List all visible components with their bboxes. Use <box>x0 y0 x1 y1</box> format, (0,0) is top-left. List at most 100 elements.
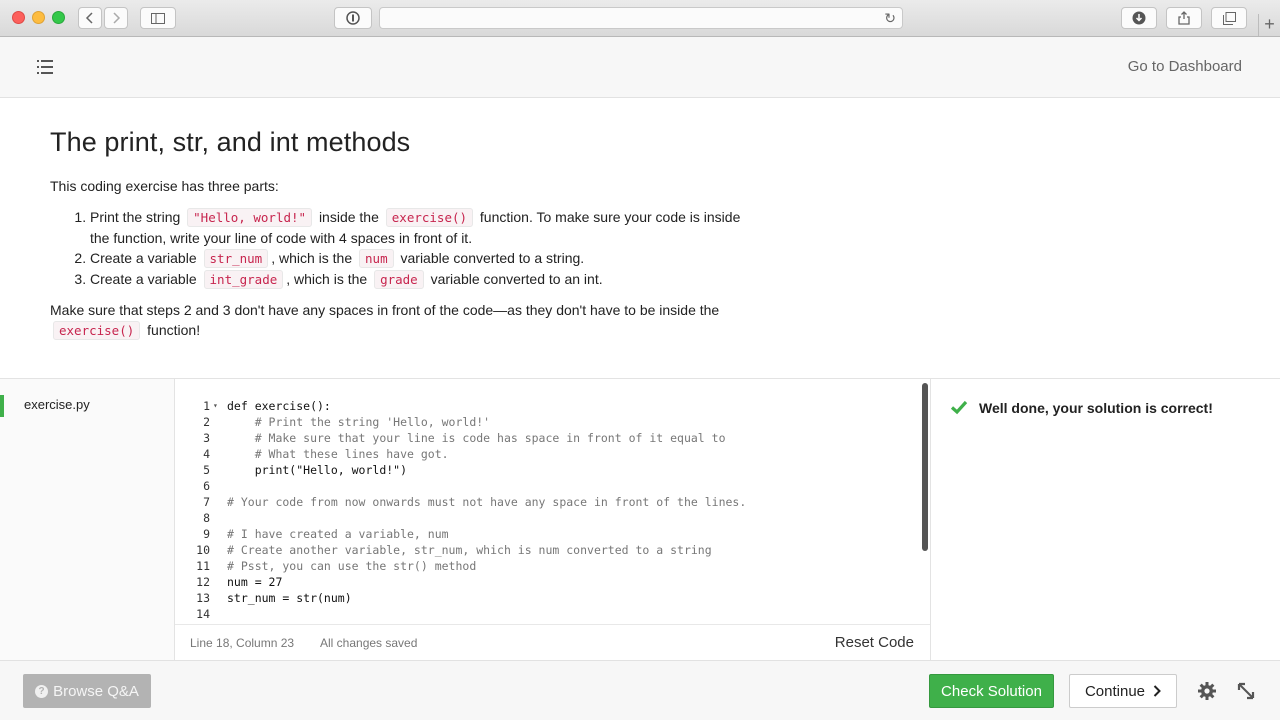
question-icon: ? <box>35 684 49 698</box>
reader-mode-icon <box>346 11 360 25</box>
minimize-window-button[interactable] <box>32 11 45 24</box>
browse-qa-label: Browse Q&A <box>53 682 139 700</box>
code-line[interactable]: 12 num = 27 <box>175 574 920 590</box>
code-text: def exercise(): <box>227 399 331 413</box>
line-number: 5 <box>203 463 210 477</box>
table-of-contents-icon[interactable] <box>37 60 53 74</box>
results-panel: Well done, your solution is correct! <box>930 379 1280 661</box>
chevron-right-icon <box>1153 685 1161 697</box>
step-text: Create a variable <box>90 250 197 266</box>
inline-code: grade <box>374 270 424 289</box>
code-text: # Your code from now onwards must not ha… <box>227 495 747 509</box>
step-list: Print the string "Hello, world!" inside … <box>50 207 750 290</box>
step-item: Print the string "Hello, world!" inside … <box>90 207 750 248</box>
reader-mode-button[interactable] <box>334 7 372 29</box>
address-bar[interactable]: ↻ <box>379 7 903 29</box>
code-workspace: exercise.py 1 ▾ def exercise(): 2 # Print t… <box>0 378 1280 661</box>
share-icon <box>1178 11 1190 25</box>
sidebar-icon <box>151 12 165 24</box>
continue-button[interactable]: Continue <box>1069 674 1177 708</box>
inline-code: num <box>359 249 394 268</box>
line-number: 8 <box>203 511 210 525</box>
step-text: inside the <box>318 209 379 225</box>
save-status: All changes saved <box>320 636 418 650</box>
editor-statusbar: Line 18, Column 23 All changes saved Res… <box>175 624 930 661</box>
code-line[interactable]: 9 # I have created a variable, num <box>175 526 920 542</box>
code-line[interactable]: 1 ▾ def exercise(): <box>175 398 920 414</box>
settings-gear-icon[interactable] <box>1197 681 1217 701</box>
step-text: Print the string <box>90 209 181 225</box>
code-line[interactable]: 14 <box>175 606 920 622</box>
step-item: Create a variable str_num, which is the … <box>90 248 750 269</box>
code-line[interactable]: 4 # What these lines have got. <box>175 446 920 462</box>
tabs-overview-button[interactable] <box>1211 7 1247 29</box>
code-lines[interactable]: 1 ▾ def exercise(): 2 # Print the string 'H… <box>175 398 920 624</box>
continue-label: Continue <box>1084 682 1146 700</box>
inline-code: str_num <box>203 249 269 268</box>
note-text: Make sure that steps 2 and 3 don't have … <box>50 302 720 318</box>
inline-code: exercise() <box>385 208 474 227</box>
check-solution-button[interactable]: Check Solution <box>929 674 1054 708</box>
step-text: Create a variable <box>90 271 197 287</box>
course-header: Go to Dashboard <box>0 37 1280 98</box>
code-text: # Print the string 'Hello, world!' <box>227 415 491 429</box>
code-text: # Create another variable, str_num, whic… <box>227 543 712 557</box>
browse-qa-button[interactable]: ? Browse Q&A <box>23 674 151 708</box>
line-number: 2 <box>203 415 210 429</box>
code-line[interactable]: 3 # Make sure that your line is code has… <box>175 430 920 446</box>
forward-button[interactable] <box>104 7 128 29</box>
inline-code: "Hello, world!" <box>187 208 313 227</box>
line-number: 4 <box>203 447 210 461</box>
line-number: 9 <box>203 527 210 541</box>
code-line[interactable]: 6 <box>175 478 920 494</box>
tabs-overview-icon <box>1222 11 1236 25</box>
code-text: # What these lines have got. <box>227 447 449 461</box>
editor-scrollbar[interactable] <box>922 383 928 551</box>
browser-toolbar: ↻ + <box>0 0 1280 37</box>
code-text: str_num = str(num) <box>227 591 352 605</box>
note-text: function! <box>147 322 201 338</box>
lesson-intro: This coding exercise has three parts: <box>50 178 279 194</box>
inline-code: int_grade <box>203 270 284 289</box>
reset-code-button[interactable]: Reset Code <box>835 634 914 651</box>
file-tab-exercise-py[interactable]: exercise.py <box>0 395 175 417</box>
success-message: Well done, your solution is correct! <box>979 400 1213 416</box>
step-text: , which is the <box>286 271 368 287</box>
new-tab-button[interactable]: + <box>1258 14 1280 36</box>
chevron-left-icon <box>85 12 93 24</box>
sidebar-toggle-button[interactable] <box>140 7 176 29</box>
fold-toggle-icon[interactable]: ▾ <box>213 398 218 414</box>
step-text: variable converted to a string. <box>400 250 585 266</box>
line-number: 3 <box>203 431 210 445</box>
check-solution-label: Check Solution <box>941 682 1042 700</box>
code-text: num = 27 <box>227 575 283 589</box>
fullscreen-window-button[interactable] <box>52 11 65 24</box>
step-item: Create a variable int_grade, which is th… <box>90 269 750 290</box>
code-line[interactable]: 13 str_num = str(num) <box>175 590 920 606</box>
download-icon <box>1132 11 1146 25</box>
line-number: 13 <box>196 591 210 605</box>
code-line[interactable]: 2 # Print the string 'Hello, world!' <box>175 414 920 430</box>
close-window-button[interactable] <box>12 11 25 24</box>
chevron-right-icon <box>113 12 121 24</box>
reload-icon[interactable]: ↻ <box>884 10 896 27</box>
go-to-dashboard-link[interactable]: Go to Dashboard <box>1128 58 1242 75</box>
fullscreen-expand-icon[interactable] <box>1236 681 1256 701</box>
step-text: variable converted to an int. <box>430 271 603 287</box>
code-line[interactable]: 5 print("Hello, world!") <box>175 462 920 478</box>
back-button[interactable] <box>78 7 102 29</box>
line-number: 10 <box>196 543 210 557</box>
code-line[interactable]: 8 <box>175 510 920 526</box>
step-text: , which is the <box>271 250 353 266</box>
share-button[interactable] <box>1166 7 1202 29</box>
code-line[interactable]: 7 # Your code from now onwards must not h… <box>175 494 920 510</box>
code-editor[interactable]: 1 ▾ def exercise(): 2 # Print the string 'H… <box>175 379 930 661</box>
checkmark-icon <box>950 400 968 415</box>
line-number: 12 <box>196 575 210 589</box>
code-line[interactable]: 11 # Psst, you can use the str() method <box>175 558 920 574</box>
downloads-button[interactable] <box>1121 7 1157 29</box>
page-title: The print, str, and int methods <box>50 127 411 157</box>
file-list: exercise.py <box>0 379 175 661</box>
code-line[interactable]: 10 # Create another variable, str_num, wh… <box>175 542 920 558</box>
line-number: 6 <box>203 479 210 493</box>
